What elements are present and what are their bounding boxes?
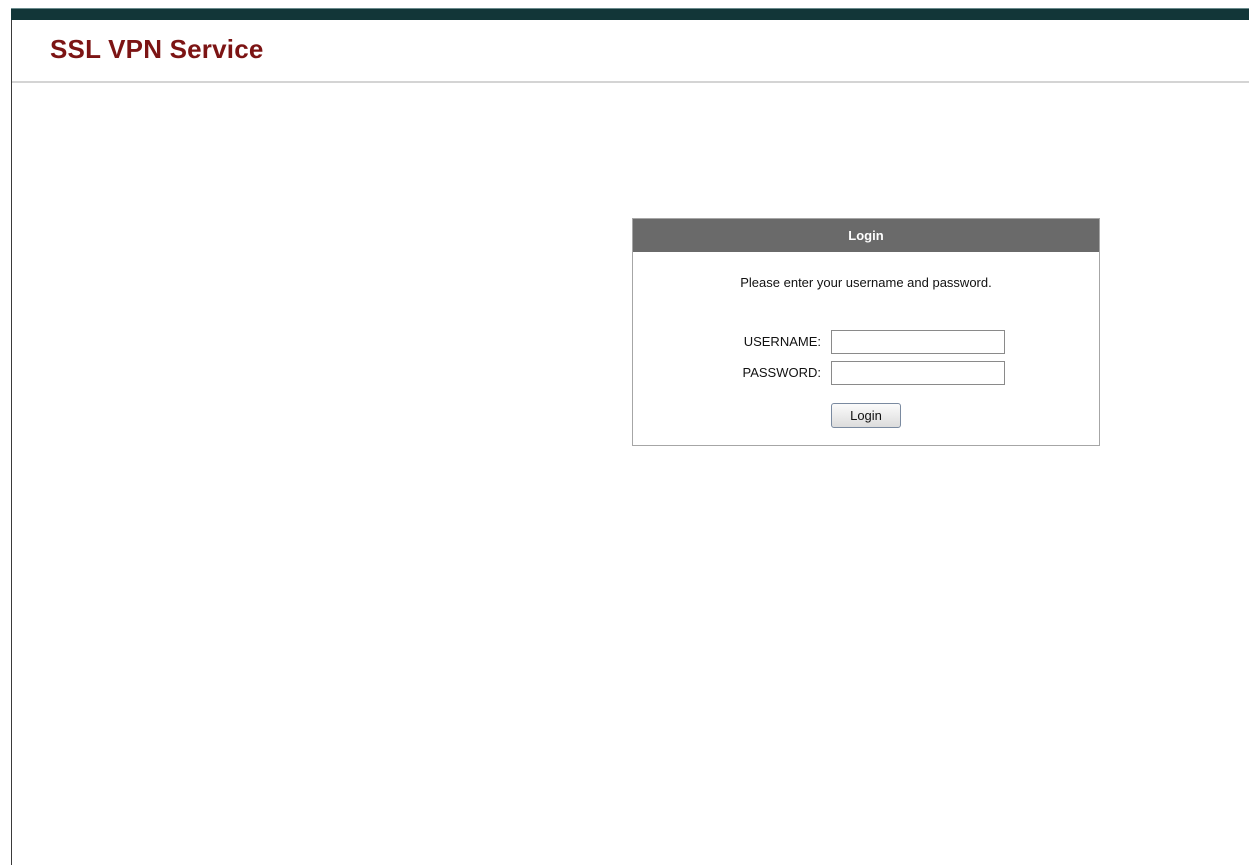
login-panel-title: Login <box>633 219 1099 252</box>
page-title: SSL VPN Service <box>50 34 264 64</box>
header: SSL VPN Service <box>12 20 1249 83</box>
password-label: PASSWORD: <box>742 365 822 380</box>
top-bar <box>11 8 1249 20</box>
username-label: USERNAME: <box>743 334 821 349</box>
login-button[interactable]: Login <box>831 403 901 428</box>
left-border <box>11 8 12 865</box>
login-panel: Login Please enter your username and pas… <box>632 218 1100 446</box>
login-instruction: Please enter your username and password. <box>740 275 992 290</box>
username-row: USERNAME: <box>633 330 1099 354</box>
username-field[interactable] <box>831 330 1005 354</box>
password-row: PASSWORD: <box>633 361 1099 385</box>
page: SSL VPN Service Login Please enter your … <box>0 0 1249 865</box>
password-field[interactable] <box>831 361 1005 385</box>
